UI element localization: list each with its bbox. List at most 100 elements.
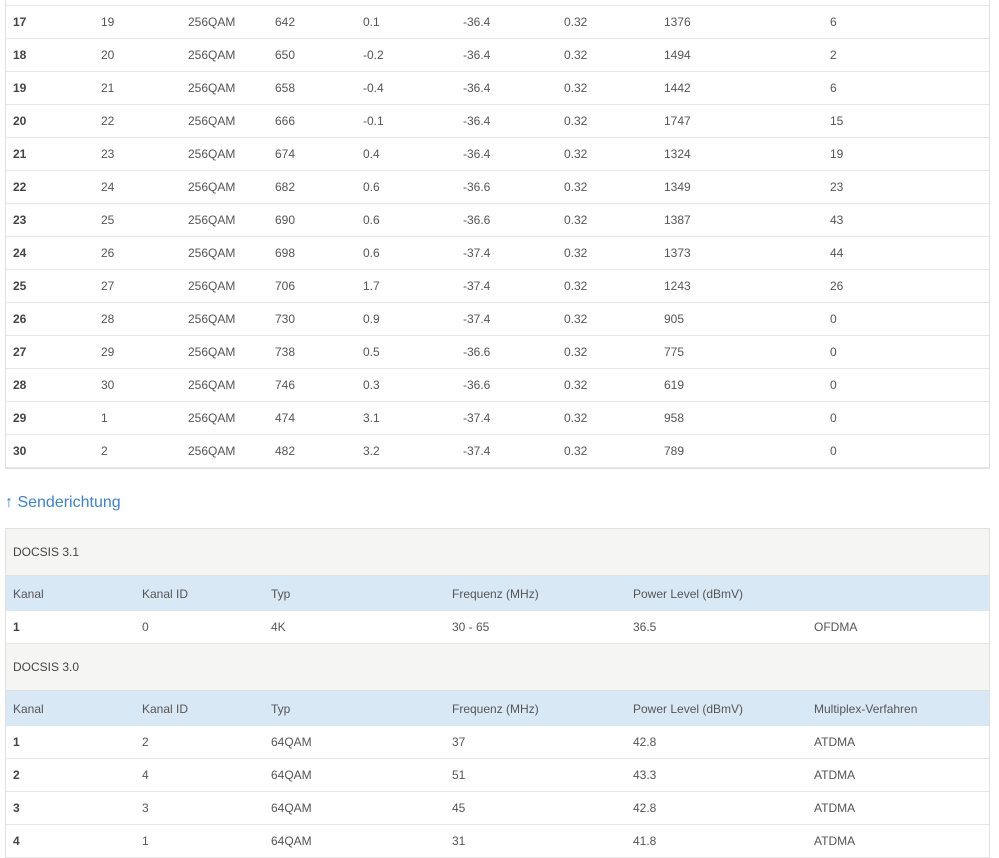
table-cell: 29	[6, 401, 94, 435]
table-cell: 18	[6, 38, 94, 72]
table-cell: OFDMA	[807, 611, 989, 644]
table-cell: 256QAM	[181, 170, 268, 204]
table-row: 27 29 256QAM 738 0.5 -36.6 0.32 775 0	[6, 335, 989, 369]
table-cell: 25	[94, 203, 181, 237]
table-cell: 730	[268, 302, 356, 336]
table-cell: 1494	[657, 38, 823, 72]
table-cell: 0.9	[356, 302, 456, 336]
table-cell: 64QAM	[264, 824, 445, 858]
docsis30-group-label: DOCSIS 3.0	[6, 644, 989, 691]
table-cell: 43.3	[626, 758, 807, 792]
table-cell: ATDMA	[807, 758, 989, 792]
column-header: Frequenz (MHz)	[445, 691, 626, 726]
table-cell: 3.2	[356, 434, 456, 468]
table-cell: ATDMA	[807, 824, 989, 858]
table-cell: -36.6	[456, 335, 557, 369]
table-cell: 45	[445, 791, 626, 825]
table-cell: 26	[823, 269, 989, 303]
table-cell: 37	[445, 726, 626, 759]
table-cell: 0.32	[557, 71, 657, 105]
table-cell: 0	[823, 401, 989, 435]
table-cell: 256QAM	[181, 137, 268, 171]
downstream-table: 17 19 256QAM 642 0.1 -36.4 0.32 1376 6 18 20 256QAM…	[5, 0, 990, 469]
table-cell: 2	[823, 38, 989, 72]
table-cell: 1	[135, 824, 264, 858]
table-cell: 0	[823, 335, 989, 369]
column-header: Kanal ID	[135, 691, 264, 726]
table-cell: -36.6	[456, 170, 557, 204]
table-cell: 30	[6, 434, 94, 468]
table-cell: 28	[94, 302, 181, 336]
table-cell: 256QAM	[181, 104, 268, 138]
table-row: 18 20 256QAM 650 -0.2 -36.4 0.32 1494 2	[6, 38, 989, 72]
table-cell: 0.6	[356, 203, 456, 237]
table-cell: 3.1	[356, 401, 456, 435]
table-cell: 482	[268, 434, 356, 468]
table-cell: 650	[268, 38, 356, 72]
table-cell: 0.4	[356, 137, 456, 171]
table-cell: 738	[268, 335, 356, 369]
table-cell: 23	[94, 137, 181, 171]
table-cell: 1324	[657, 137, 823, 171]
table-cell: 619	[657, 368, 823, 402]
table-cell: 64QAM	[264, 726, 445, 759]
column-header: Multiplex-Verfahren	[807, 691, 989, 726]
upstream-panel: DOCSIS 3.1 Kanal Kanal ID Typ Frequenz (MHz…	[5, 528, 990, 858]
table-cell: 23	[6, 203, 94, 237]
table-cell: 256QAM	[181, 236, 268, 270]
table-cell: 23	[823, 170, 989, 204]
table-cell: 0.32	[557, 302, 657, 336]
table-cell: 0.1	[356, 5, 456, 39]
table-row: 19 21 256QAM 658 -0.4 -36.4 0.32 1442 6	[6, 71, 989, 105]
table-cell: 27	[94, 269, 181, 303]
table-cell: 905	[657, 302, 823, 336]
table-row: 30 2 256QAM 482 3.2 -37.4 0.32 789 0	[6, 434, 989, 468]
table-cell: 21	[94, 71, 181, 105]
table-cell: 0	[135, 611, 264, 644]
table-cell: -36.4	[456, 137, 557, 171]
table-cell: 20	[6, 104, 94, 138]
table-cell: 0.32	[557, 203, 657, 237]
table-cell: 706	[268, 269, 356, 303]
table-cell: 256QAM	[181, 401, 268, 435]
table-cell: 30	[94, 368, 181, 402]
table-cell: 21	[6, 137, 94, 171]
table-cell: 698	[268, 236, 356, 270]
table-cell: 19	[6, 71, 94, 105]
column-header: Typ	[264, 576, 445, 611]
table-row: 4 1 64QAM 31 41.8 ATDMA	[6, 824, 989, 858]
table-cell: 1	[6, 611, 135, 644]
table-cell: 0.32	[557, 104, 657, 138]
table-cell: -37.4	[456, 236, 557, 270]
table-cell: 26	[94, 236, 181, 270]
table-cell: 3	[135, 791, 264, 825]
table-cell: 0.32	[557, 368, 657, 402]
table-cell: -37.4	[456, 434, 557, 468]
table-cell: 29	[94, 335, 181, 369]
table-cell: 26	[6, 302, 94, 336]
table-cell: 42.8	[626, 791, 807, 825]
table-cell: 20	[94, 38, 181, 72]
table-cell: -37.4	[456, 269, 557, 303]
table-cell: 1442	[657, 71, 823, 105]
table-cell: 22	[6, 170, 94, 204]
table-cell: 4	[135, 758, 264, 792]
table-cell: -36.4	[456, 71, 557, 105]
table-cell: -36.4	[456, 38, 557, 72]
table-cell: ATDMA	[807, 726, 989, 759]
table-cell: 0.32	[557, 335, 657, 369]
table-cell: 1243	[657, 269, 823, 303]
table-cell: -0.4	[356, 71, 456, 105]
table-cell: 0.32	[557, 269, 657, 303]
table-cell: 4	[6, 824, 135, 858]
table-cell: 6	[823, 71, 989, 105]
table-cell: 0.32	[557, 434, 657, 468]
table-cell: -37.4	[456, 401, 557, 435]
table-cell: 64QAM	[264, 758, 445, 792]
table-cell: 0.5	[356, 335, 456, 369]
table-row: 17 19 256QAM 642 0.1 -36.4 0.32 1376 6	[6, 5, 989, 39]
table-cell: 51	[445, 758, 626, 792]
column-header	[807, 576, 989, 611]
table-cell: 41.8	[626, 824, 807, 858]
table-cell: 1387	[657, 203, 823, 237]
